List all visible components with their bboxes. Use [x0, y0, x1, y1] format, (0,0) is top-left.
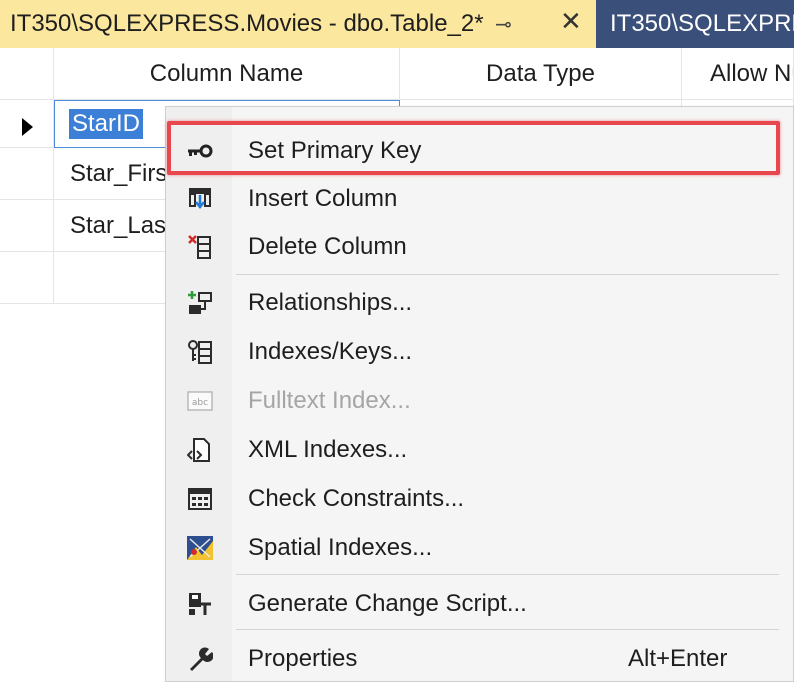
document-tab-bar: IT350\SQLEXPRESS.Movies - dbo.Table_2* ⊸…: [0, 0, 794, 48]
menu-item-label: Spatial Indexes...: [248, 534, 433, 561]
relationships-icon: [186, 290, 214, 316]
menu-item-label: Set Primary Key: [248, 137, 422, 164]
menu-item-label: Relationships...: [248, 289, 413, 316]
column-header-column-name[interactable]: Column Name: [54, 48, 400, 100]
tab-title: IT350\SQLEXPRESS.Movies - dbo.Table_2*: [10, 10, 484, 37]
menu-item-insert-column[interactable]: Insert Column: [166, 175, 793, 223]
row-selector[interactable]: [0, 100, 54, 148]
menu-item-set-primary-key[interactable]: Set Primary Key: [166, 127, 793, 175]
menu-item-label: Indexes/Keys...: [248, 338, 413, 365]
delete-column-icon: [186, 234, 214, 260]
menu-item-spatial-indexes[interactable]: Spatial Indexes...: [166, 524, 793, 572]
column-header-data-type[interactable]: Data Type: [400, 48, 682, 100]
insert-column-icon: [186, 186, 214, 212]
menu-separator: [236, 274, 779, 275]
menu-item-label: XML Indexes...: [248, 436, 408, 463]
pin-icon[interactable]: ⊸: [495, 12, 512, 37]
tab-title: IT350\SQLEXPRESS: [610, 10, 794, 37]
tab-other-document[interactable]: IT350\SQLEXPRESS: [596, 0, 794, 48]
indexes-keys-icon: [186, 339, 214, 365]
wrench-icon: [186, 646, 214, 672]
menu-item-label: Check Constraints...: [248, 485, 465, 512]
row-selector-header: [0, 48, 54, 100]
menu-item-delete-column[interactable]: Delete Column: [166, 223, 793, 271]
generate-script-icon: [186, 591, 214, 617]
row-selector[interactable]: [0, 200, 54, 252]
spatial-indexes-icon: [186, 535, 214, 561]
menu-separator: [236, 629, 779, 630]
menu-item-relationships[interactable]: Relationships...: [166, 279, 793, 327]
row-selector[interactable]: [0, 252, 54, 304]
menu-item-shortcut: Alt+Enter: [628, 645, 728, 672]
menu-item-indexes-keys[interactable]: Indexes/Keys...: [166, 328, 793, 376]
menu-item-label: Properties: [248, 645, 358, 672]
tab-table-2-designer[interactable]: IT350\SQLEXPRESS.Movies - dbo.Table_2* ⊸…: [0, 0, 596, 48]
fulltext-index-icon: abc: [186, 388, 214, 414]
row-selector[interactable]: [0, 148, 54, 200]
key-icon: [186, 138, 214, 164]
column-header-allow-nulls[interactable]: Allow Nulls: [682, 48, 794, 100]
menu-item-label: Insert Column: [248, 185, 398, 212]
menu-item-label: Delete Column: [248, 233, 407, 260]
menu-item-fulltext-index[interactable]: abc Fulltext Index...: [166, 377, 793, 425]
check-constraints-icon: [186, 486, 214, 512]
menu-item-label: Generate Change Script...: [248, 590, 527, 617]
context-menu: Set Primary Key Insert Column Delete Col…: [165, 106, 794, 682]
menu-item-generate-change-script[interactable]: Generate Change Script...: [166, 580, 793, 628]
close-icon[interactable]: ✕: [560, 8, 582, 34]
menu-item-xml-indexes[interactable]: XML Indexes...: [166, 426, 793, 474]
menu-item-properties[interactable]: Properties Alt+Enter: [166, 635, 793, 682]
menu-item-label: Fulltext Index...: [248, 387, 411, 414]
current-row-arrow-icon: [22, 118, 33, 136]
menu-separator: [236, 574, 779, 575]
selected-text: StarID: [69, 109, 144, 139]
xml-indexes-icon: [186, 437, 214, 463]
svg-text:abc: abc: [192, 398, 208, 408]
menu-item-check-constraints[interactable]: Check Constraints...: [166, 475, 793, 523]
